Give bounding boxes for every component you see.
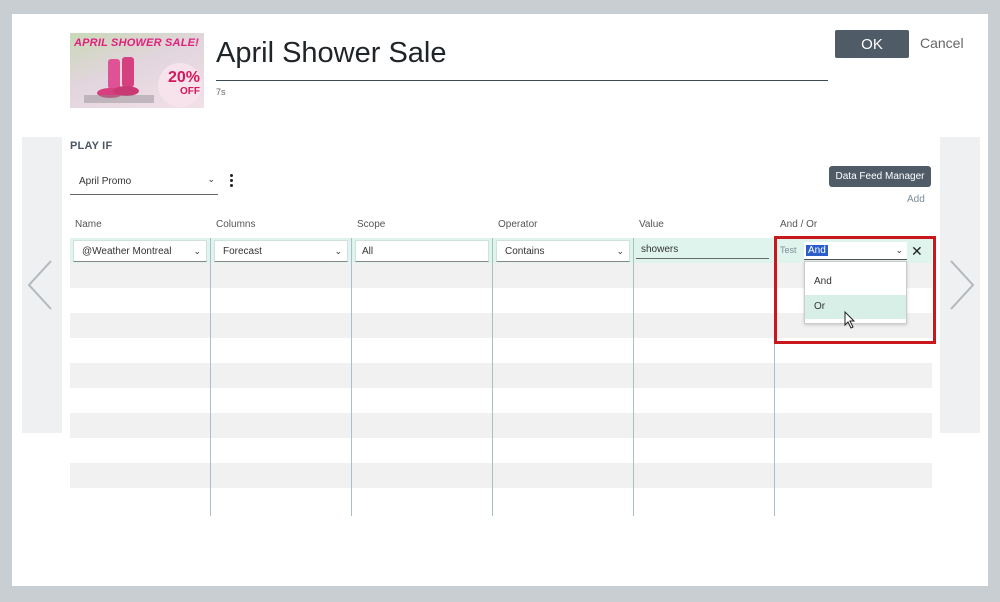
- column-divider: [351, 238, 352, 516]
- edit-media-dialog: APRIL SHOWER SALE! 20% OFF April Shower …: [12, 14, 988, 586]
- ok-button[interactable]: OK: [835, 30, 909, 58]
- chevron-down-icon: ⌄: [207, 174, 215, 184]
- title-underline: [216, 80, 828, 81]
- chevron-right-icon: [950, 260, 975, 310]
- scope-field[interactable]: All: [355, 240, 489, 262]
- columns-select-value: Forecast: [223, 246, 262, 257]
- promo-select-value: April Promo: [79, 176, 132, 187]
- table-row: [70, 463, 932, 488]
- chevron-down-icon: ⌄: [616, 246, 624, 256]
- table-header: Name Columns Scope Operator Value And / …: [70, 219, 932, 233]
- thumbnail-discount: 20% OFF: [167, 69, 200, 99]
- column-header-scope: Scope: [357, 219, 386, 230]
- chevron-down-icon: ⌄: [193, 246, 201, 256]
- name-select-value: @Weather Montreal: [82, 246, 172, 257]
- column-header-name: Name: [75, 219, 102, 230]
- previous-button[interactable]: [22, 137, 62, 433]
- column-divider: [210, 238, 211, 516]
- kebab-menu-icon[interactable]: [227, 174, 235, 190]
- discount-value: 20%: [167, 69, 200, 86]
- data-feed-manager-button[interactable]: Data Feed Manager: [829, 166, 931, 187]
- promo-select[interactable]: April Promo ⌄: [70, 171, 218, 195]
- columns-select[interactable]: Forecast ⌄: [214, 240, 348, 262]
- column-divider: [633, 238, 634, 516]
- cancel-button[interactable]: Cancel: [920, 35, 964, 51]
- mouse-cursor-icon: [844, 311, 856, 329]
- add-rule-link[interactable]: Add: [907, 194, 925, 205]
- media-duration: 7s: [216, 87, 226, 97]
- column-header-operator: Operator: [498, 219, 538, 230]
- table-row: [70, 438, 932, 463]
- operator-select[interactable]: Contains ⌄: [496, 240, 630, 262]
- name-select[interactable]: @Weather Montreal ⌄: [73, 240, 207, 262]
- column-divider: [492, 238, 493, 516]
- next-button[interactable]: [940, 137, 980, 433]
- table-row: [70, 413, 932, 438]
- play-if-label: PLAY IF: [70, 140, 113, 152]
- chevron-left-icon: [27, 260, 52, 310]
- value-input[interactable]: showers: [636, 240, 769, 259]
- column-header-and-or: And / Or: [780, 219, 818, 230]
- discount-suffix: OFF: [180, 86, 200, 97]
- table-row: [70, 388, 932, 413]
- operator-select-value: Contains: [505, 246, 545, 257]
- chevron-down-icon: ⌄: [334, 246, 342, 256]
- column-header-columns: Columns: [216, 219, 256, 230]
- media-thumbnail: APRIL SHOWER SALE! 20% OFF: [70, 33, 204, 108]
- table-row: [70, 363, 932, 388]
- column-header-value: Value: [639, 219, 664, 230]
- media-title[interactable]: April Shower Sale: [216, 37, 447, 70]
